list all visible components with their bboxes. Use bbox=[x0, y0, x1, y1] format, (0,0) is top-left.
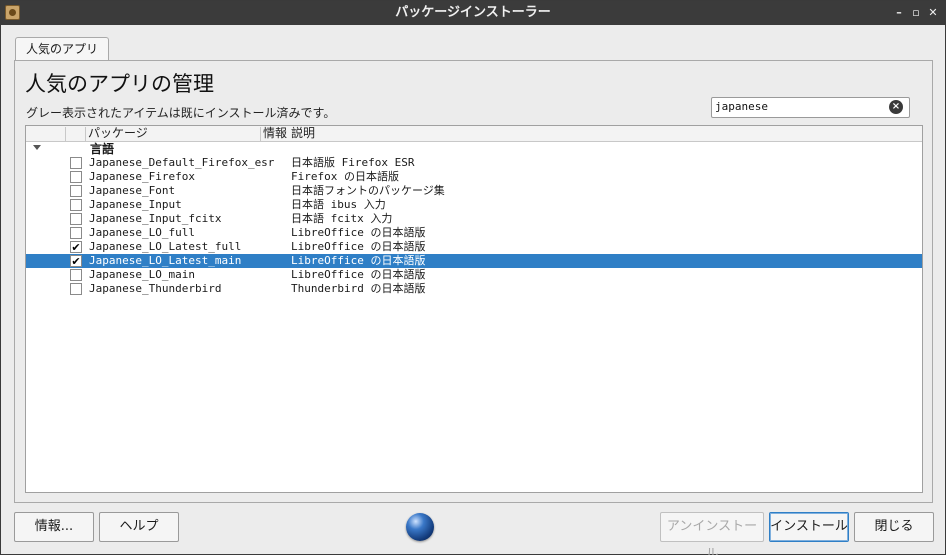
install-checkbox[interactable] bbox=[70, 157, 82, 169]
search-value: japanese bbox=[715, 100, 768, 113]
column-header-description[interactable]: 説明 bbox=[289, 126, 315, 142]
package-table[interactable]: パッケージ 情報 説明 言語 Japanese_Default_Firefox_… bbox=[25, 125, 923, 493]
install-button[interactable]: インストール bbox=[769, 512, 849, 542]
install-checkbox[interactable] bbox=[70, 185, 82, 197]
column-header-package[interactable]: パッケージ bbox=[86, 126, 148, 142]
clear-search-icon[interactable]: × bbox=[889, 100, 903, 114]
package-name: Japanese_Font bbox=[89, 184, 176, 197]
table-row-selected[interactable]: ✔ Japanese_LO_Latest_main LibreOffice の日… bbox=[26, 254, 922, 268]
table-row[interactable]: Japanese_Input 日本語 ibus 入力 bbox=[26, 198, 922, 212]
package-name: Japanese_LO_Latest_full bbox=[89, 240, 242, 253]
install-checkbox[interactable] bbox=[70, 213, 82, 225]
maximize-icon[interactable]: ▫ bbox=[907, 1, 925, 25]
install-checkbox[interactable] bbox=[70, 171, 82, 183]
package-description: 日本語フォントのパッケージ集 bbox=[291, 184, 445, 197]
package-name: Japanese_Thunderbird bbox=[89, 282, 222, 295]
tab-popular-apps[interactable]: 人気のアプリ bbox=[15, 37, 109, 61]
package-installer-window: パッケージインストーラー – ▫ ✕ 人気のアプリ 人気のアプリの管理 グレー表… bbox=[0, 0, 946, 555]
install-checkbox[interactable] bbox=[70, 283, 82, 295]
column-header-info[interactable]: 情報 bbox=[261, 126, 287, 142]
package-description: LibreOffice の日本語版 bbox=[291, 240, 426, 253]
package-description: Thunderbird の日本語版 bbox=[291, 282, 426, 295]
package-name: Japanese_LO_main bbox=[89, 268, 195, 281]
uninstall-button[interactable]: アンインストール bbox=[660, 512, 764, 555]
window-title: パッケージインストーラー bbox=[395, 5, 551, 20]
installed-hint-text: グレー表示されたアイテムは既にインストール済みです。 bbox=[26, 106, 336, 120]
package-name: Japanese_LO_full bbox=[89, 226, 195, 239]
package-description: 日本語 fcitx 入力 bbox=[291, 212, 393, 225]
close-button[interactable]: 閉じる bbox=[854, 512, 934, 542]
package-description: LibreOffice の日本語版 bbox=[291, 268, 426, 281]
search-input[interactable]: japanese × bbox=[711, 97, 910, 118]
table-header: パッケージ 情報 説明 bbox=[26, 126, 922, 142]
package-name: Japanese_Input bbox=[89, 198, 182, 211]
minimize-icon[interactable]: – bbox=[890, 1, 908, 25]
table-row[interactable]: Japanese_LO_full LibreOffice の日本語版 bbox=[26, 226, 922, 240]
table-row[interactable]: Japanese_Firefox Firefox の日本語版 bbox=[26, 170, 922, 184]
package-name: Japanese_Input_fcitx bbox=[89, 212, 222, 225]
package-name: Japanese_Firefox bbox=[89, 170, 195, 183]
close-window-icon[interactable]: ✕ bbox=[924, 1, 942, 25]
globe-icon bbox=[406, 513, 434, 541]
about-button[interactable]: 情報... bbox=[14, 512, 94, 542]
table-row[interactable]: Japanese_LO_main LibreOffice の日本語版 bbox=[26, 268, 922, 282]
group-label: 言語 bbox=[90, 142, 115, 156]
package-name: Japanese_LO_Latest_main bbox=[89, 254, 242, 267]
column-separator[interactable] bbox=[65, 127, 66, 141]
table-row[interactable]: Japanese_Default_Firefox_esr 日本語版 Firefo… bbox=[26, 156, 922, 170]
table-row[interactable]: ✔ Japanese_LO_Latest_full LibreOffice の日… bbox=[26, 240, 922, 254]
group-row-language[interactable]: 言語 bbox=[26, 142, 922, 157]
table-row[interactable]: Japanese_Thunderbird Thunderbird の日本語版 bbox=[26, 282, 922, 296]
page-title: 人気のアプリの管理 bbox=[25, 72, 214, 96]
table-row[interactable]: Japanese_Font 日本語フォントのパッケージ集 bbox=[26, 184, 922, 198]
install-checkbox[interactable] bbox=[70, 227, 82, 239]
package-description: Firefox の日本語版 bbox=[291, 170, 399, 183]
install-checkbox[interactable] bbox=[70, 199, 82, 211]
package-description: LibreOffice の日本語版 bbox=[291, 254, 426, 267]
install-checkbox[interactable]: ✔ bbox=[70, 241, 82, 253]
table-row[interactable]: Japanese_Input_fcitx 日本語 fcitx 入力 bbox=[26, 212, 922, 226]
install-checkbox[interactable] bbox=[70, 269, 82, 281]
install-checkbox[interactable]: ✔ bbox=[70, 255, 82, 267]
title-bar[interactable]: パッケージインストーラー – ▫ ✕ bbox=[1, 1, 945, 25]
package-name: Japanese_Default_Firefox_esr bbox=[89, 156, 275, 169]
expander-arrow-icon[interactable] bbox=[33, 145, 41, 150]
package-description: LibreOffice の日本語版 bbox=[291, 226, 426, 239]
help-button[interactable]: ヘルプ bbox=[99, 512, 179, 542]
package-description: 日本語版 Firefox ESR bbox=[291, 156, 415, 169]
package-description: 日本語 ibus 入力 bbox=[291, 198, 386, 211]
